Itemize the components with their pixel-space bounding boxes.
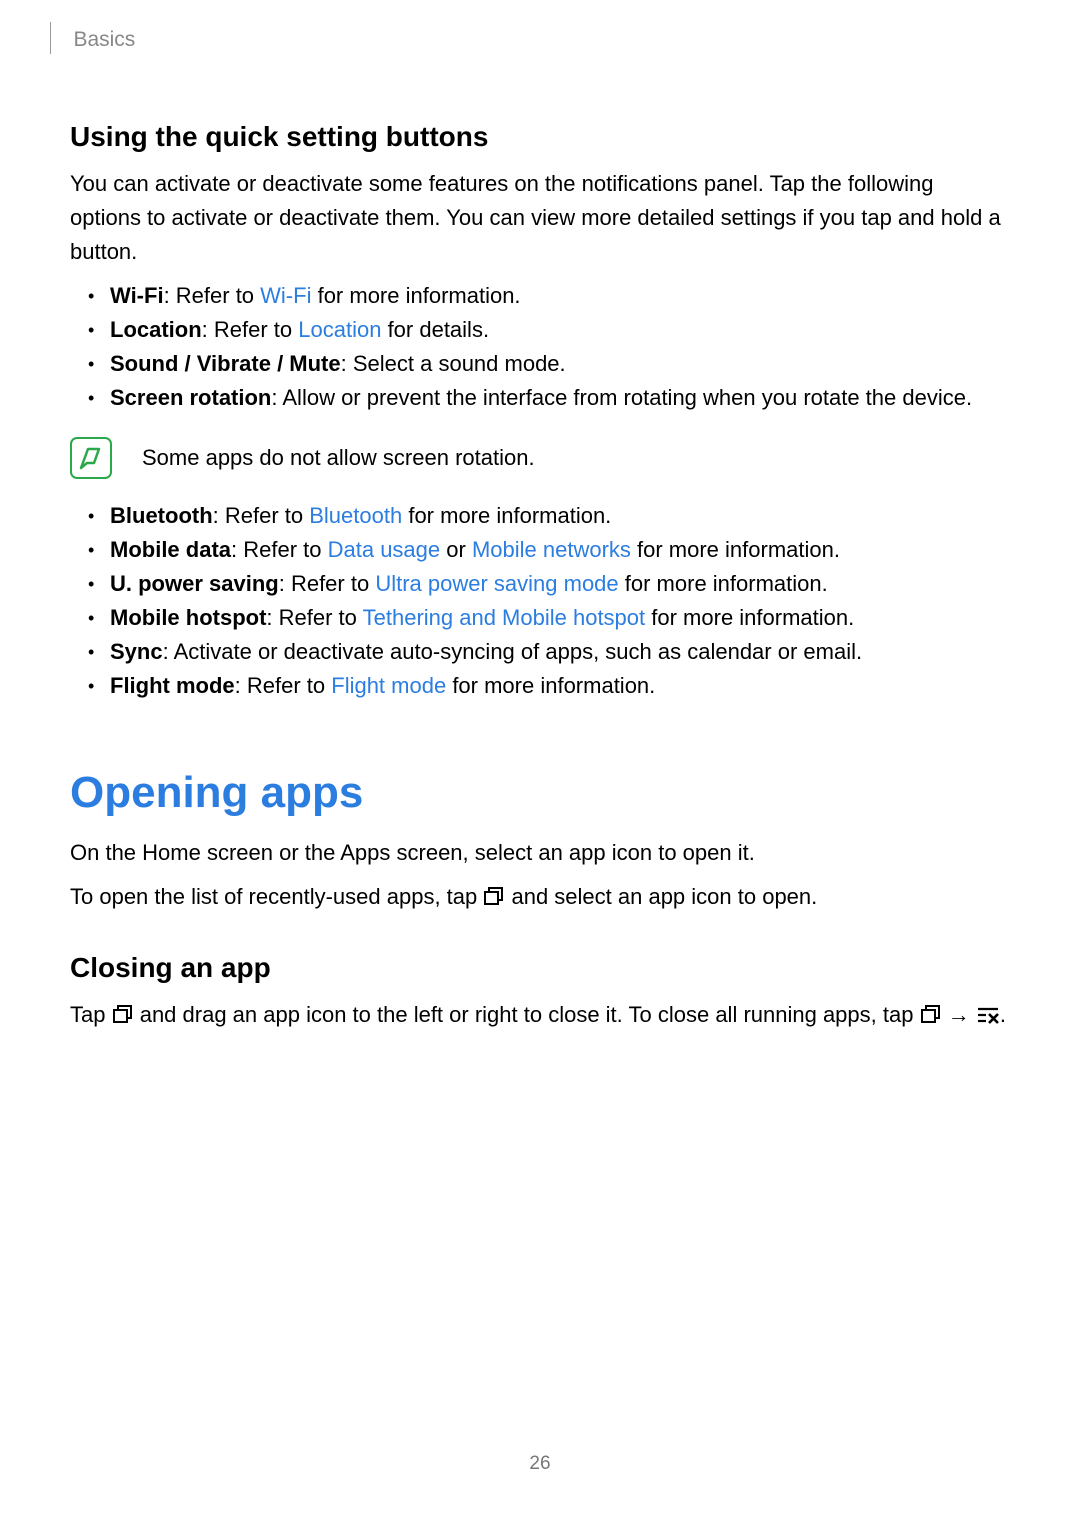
page-number: 26 <box>0 1453 1080 1475</box>
quick-settings-list-1: Wi-Fi: Refer to Wi-Fi for more informati… <box>70 279 1010 415</box>
item-label: Sound / Vibrate / Mute <box>110 351 341 376</box>
note-text: Some apps do not allow screen rotation. <box>142 443 535 473</box>
list-item: Mobile data: Refer to Data usage or Mobi… <box>110 533 1010 567</box>
list-item: Sync: Activate or deactivate auto-syncin… <box>110 635 1010 669</box>
recent-apps-icon <box>483 886 505 906</box>
opening-apps-p2: To open the list of recently-used apps, … <box>70 880 1010 914</box>
header-divider <box>50 22 51 54</box>
opening-apps-p1: On the Home screen or the Apps screen, s… <box>70 836 1010 870</box>
item-label: Wi-Fi <box>110 283 164 308</box>
list-item: Screen rotation: Allow or prevent the in… <box>110 381 1010 415</box>
item-label: Location <box>110 317 202 342</box>
list-item: Bluetooth: Refer to Bluetooth for more i… <box>110 499 1010 533</box>
item-label: Screen rotation <box>110 385 271 410</box>
link-flight-mode[interactable]: Flight mode <box>331 673 446 698</box>
section-title-opening-apps: Opening apps <box>70 768 1010 818</box>
item-label: Bluetooth <box>110 503 213 528</box>
quick-settings-list-2: Bluetooth: Refer to Bluetooth for more i… <box>70 499 1010 703</box>
item-label: Sync <box>110 639 163 664</box>
list-item: Location: Refer to Location for details. <box>110 313 1010 347</box>
intro-paragraph: You can activate or deactivate some feat… <box>70 167 1010 269</box>
link-mobile-networks[interactable]: Mobile networks <box>472 537 631 562</box>
item-label: Flight mode <box>110 673 235 698</box>
link-data-usage[interactable]: Data usage <box>328 537 441 562</box>
note-block: Some apps do not allow screen rotation. <box>70 437 1010 479</box>
recent-apps-icon <box>920 1004 942 1024</box>
item-label: Mobile data <box>110 537 231 562</box>
link-ultra-power-saving[interactable]: Ultra power saving mode <box>375 571 618 596</box>
note-icon <box>70 437 112 479</box>
link-bluetooth[interactable]: Bluetooth <box>309 503 402 528</box>
list-item: Flight mode: Refer to Flight mode for mo… <box>110 669 1010 703</box>
item-label: Mobile hotspot <box>110 605 266 630</box>
subheading-closing-an-app: Closing an app <box>70 952 1010 984</box>
link-tethering-hotspot[interactable]: Tethering and Mobile hotspot <box>363 605 646 630</box>
list-item: Wi-Fi: Refer to Wi-Fi for more informati… <box>110 279 1010 313</box>
subheading-quick-settings: Using the quick setting buttons <box>70 121 1010 153</box>
link-wifi[interactable]: Wi-Fi <box>260 283 311 308</box>
close-all-icon <box>976 1006 1000 1026</box>
link-location[interactable]: Location <box>298 317 381 342</box>
list-item: Mobile hotspot: Refer to Tethering and M… <box>110 601 1010 635</box>
recent-apps-icon <box>112 1004 134 1024</box>
list-item: U. power saving: Refer to Ultra power sa… <box>110 567 1010 601</box>
item-label: U. power saving <box>110 571 279 596</box>
list-item: Sound / Vibrate / Mute: Select a sound m… <box>110 347 1010 381</box>
breadcrumb: Basics <box>73 24 135 56</box>
closing-an-app-p: Tap and drag an app icon to the left or … <box>70 998 1010 1032</box>
